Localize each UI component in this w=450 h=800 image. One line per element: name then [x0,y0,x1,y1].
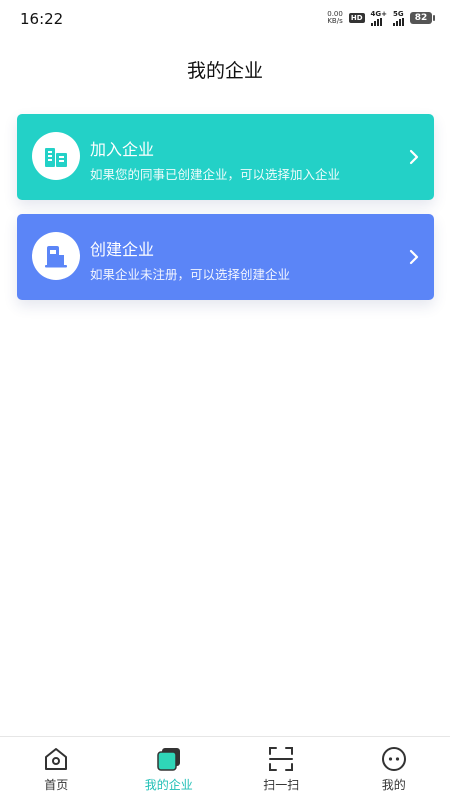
join-enterprise-description: 如果您的同事已创建企业，可以选择加入企业 [90,167,341,182]
bottom-nav: 首页 我的企业 扫一扫 我的 [0,736,450,800]
battery-level: 82 [414,13,428,23]
create-enterprise-title: 创建企业 [90,240,155,259]
nav-label-home: 首页 [44,778,69,792]
status-time: 16:22 [20,10,64,28]
nav-label-profile: 我的 [381,778,406,792]
status-bar: 16:22 0.00 KB/s HD 4G+ 5G 82 [0,0,450,38]
nav-item-enterprise[interactable]: 我的企业 [113,737,226,800]
nav-item-scan[interactable]: 扫一扫 [225,737,338,800]
building-create-icon [32,232,80,280]
join-enterprise-title: 加入企业 [90,140,155,159]
buildings-icon [32,132,80,180]
create-enterprise-description: 如果企业未注册，可以选择创建企业 [90,267,291,282]
network-type-1: 4G+ [370,9,387,18]
profile-icon [380,745,408,773]
scan-icon [267,745,295,773]
home-icon [42,745,70,773]
create-enterprise-card[interactable]: 创建企业 如果企业未注册，可以选择创建企业 [17,214,434,300]
chevron-right-icon [409,149,419,165]
status-indicators: 0.00 KB/s HD 4G+ 5G 82 [327,9,435,26]
network-speed-unit: KB/s [327,17,343,25]
signal-sim2: 5G [393,9,404,26]
hd-icon: HD [348,13,365,23]
nav-item-home[interactable]: 首页 [0,737,113,800]
signal-sim1: 4G+ [370,9,387,26]
signal-bars-icon [393,17,404,26]
battery-icon: 82 [410,12,435,24]
nav-label-enterprise: 我的企业 [144,778,193,792]
enterprise-icon [155,745,183,773]
join-enterprise-card[interactable]: 加入企业 如果您的同事已创建企业，可以选择加入企业 [17,114,434,200]
network-speed: 0.00 KB/s [327,11,343,25]
nav-label-scan: 扫一扫 [263,778,300,792]
signal-bars-icon [370,17,382,26]
chevron-right-icon [409,249,419,265]
nav-item-profile[interactable]: 我的 [338,737,450,800]
network-type-2: 5G [393,9,404,18]
page-title: 我的企业 [186,60,263,82]
